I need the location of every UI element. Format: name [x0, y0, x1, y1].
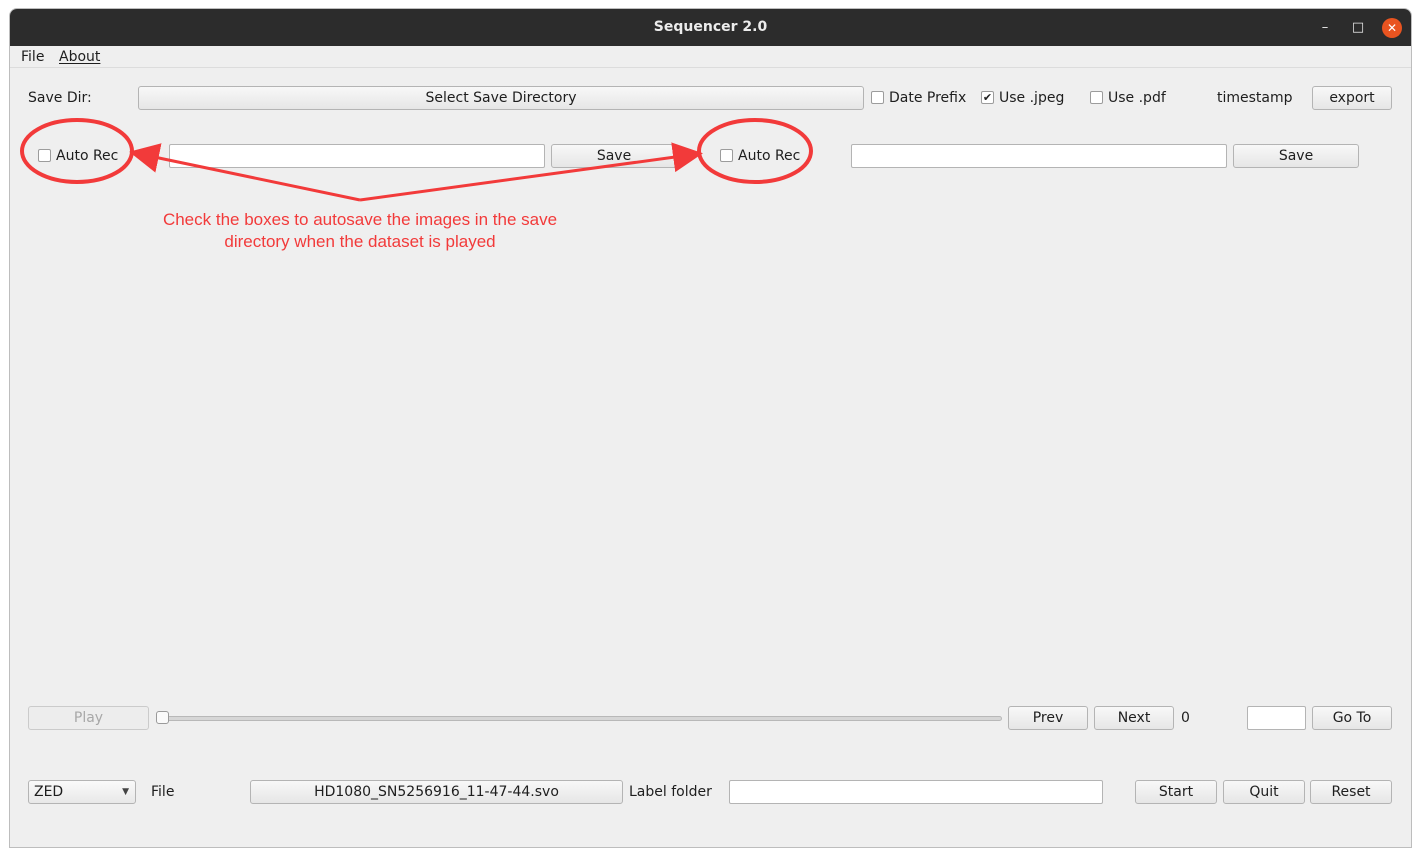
- frame-slider-handle[interactable]: [156, 711, 169, 724]
- label-folder-input[interactable]: [729, 780, 1103, 804]
- annotation-line-2: directory when the dataset is played: [224, 232, 496, 251]
- app-window: Sequencer 2.0 – □ ✕ File About Save Dir:…: [9, 8, 1412, 848]
- highlight-circle-right: [697, 118, 813, 184]
- annotation-line-1: Check the boxes to autosave the images i…: [162, 210, 558, 229]
- arrow-left: [129, 143, 361, 202]
- highlight-circle-left: [20, 118, 134, 184]
- goto-frame-input[interactable]: [1247, 706, 1306, 730]
- camera-type-select[interactable]: ZED ▼: [28, 780, 136, 804]
- goto-button[interactable]: Go To: [1312, 706, 1392, 730]
- reset-button[interactable]: Reset: [1310, 780, 1392, 804]
- quit-button[interactable]: Quit: [1223, 780, 1305, 804]
- next-button[interactable]: Next: [1094, 706, 1174, 730]
- play-button[interactable]: Play: [28, 706, 149, 730]
- file-select-button[interactable]: HD1080_SN5256916_11-47-44.svo: [250, 780, 623, 804]
- arrow-right: [359, 142, 703, 202]
- frame-counter: 0: [1181, 710, 1190, 726]
- start-button[interactable]: Start: [1135, 780, 1217, 804]
- prev-button[interactable]: Prev: [1008, 706, 1088, 730]
- label-folder-label: Label folder: [629, 784, 712, 800]
- frame-slider-track[interactable]: [160, 716, 1002, 721]
- chevron-down-icon: ▼: [122, 787, 129, 797]
- annotation-text: Check the boxes to autosave the images i…: [130, 209, 590, 253]
- annotation-overlay: [20, 118, 813, 202]
- file-label: File: [151, 784, 175, 800]
- camera-type-value: ZED: [34, 784, 64, 800]
